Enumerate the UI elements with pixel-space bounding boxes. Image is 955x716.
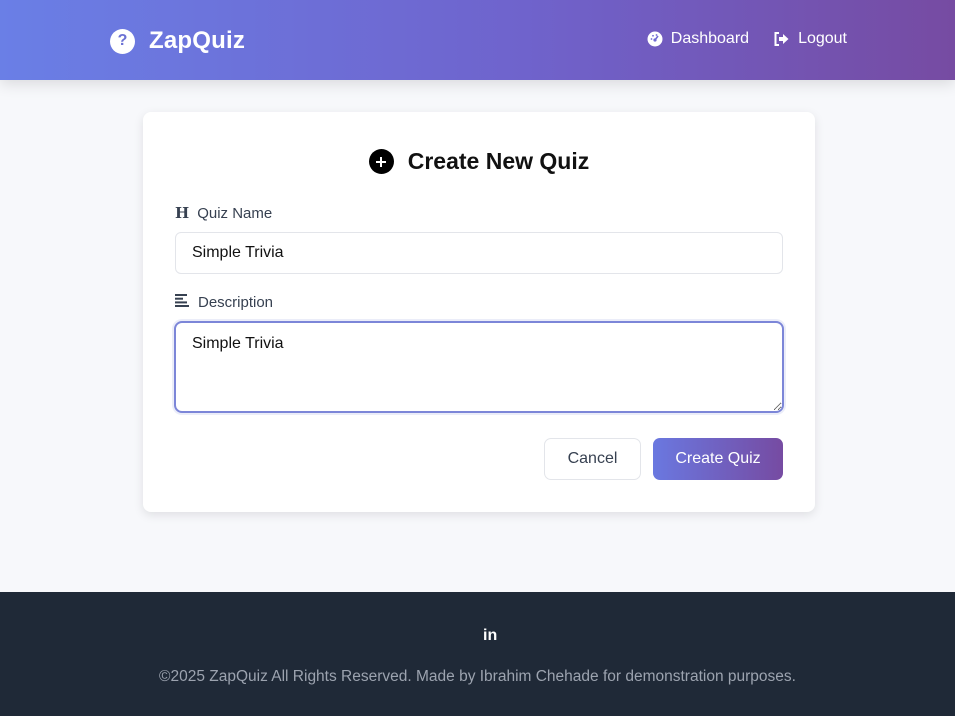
quiz-name-label: H Quiz Name [175, 204, 272, 222]
plus-circle-icon [368, 149, 394, 174]
nav-logout-label: Logout [798, 30, 847, 47]
description-textarea[interactable]: Simple Trivia [174, 321, 784, 413]
heading-icon: H [175, 204, 190, 222]
quiz-name-label-text: Quiz Name [197, 204, 273, 222]
brand-name: ZapQuiz [149, 27, 246, 54]
create-quiz-card: Create New Quiz H Quiz Name Description … [143, 112, 815, 512]
create-quiz-button[interactable]: Create Quiz [653, 438, 783, 480]
align-left-icon [175, 294, 190, 311]
copyright-text: ©2025 ZapQuiz All Rights Reserved. Made … [159, 668, 796, 685]
nav-links: Dashboard Logout [647, 30, 847, 48]
form-title-text: Create New Quiz [407, 148, 590, 174]
nav-dashboard-label: Dashboard [670, 30, 750, 47]
nav-logout-link[interactable]: Logout [773, 30, 847, 48]
logout-icon [773, 31, 790, 47]
question-circle-icon: ? [110, 28, 135, 54]
gauge-icon [647, 31, 663, 47]
brand-link[interactable]: ? ZapQuiz [110, 27, 246, 54]
cancel-button[interactable]: Cancel [544, 438, 641, 480]
quiz-name-input[interactable] [175, 232, 783, 274]
description-label-text: Description [198, 294, 274, 311]
linkedin-icon[interactable]: in [483, 627, 497, 645]
navbar: ? ZapQuiz Dashboard Logout [0, 0, 955, 80]
nav-dashboard-link[interactable]: Dashboard [647, 30, 749, 48]
description-label: Description [175, 294, 273, 311]
footer: in ©2025 ZapQuiz All Rights Reserved. Ma… [0, 592, 955, 716]
form-title: Create New Quiz [143, 148, 815, 175]
